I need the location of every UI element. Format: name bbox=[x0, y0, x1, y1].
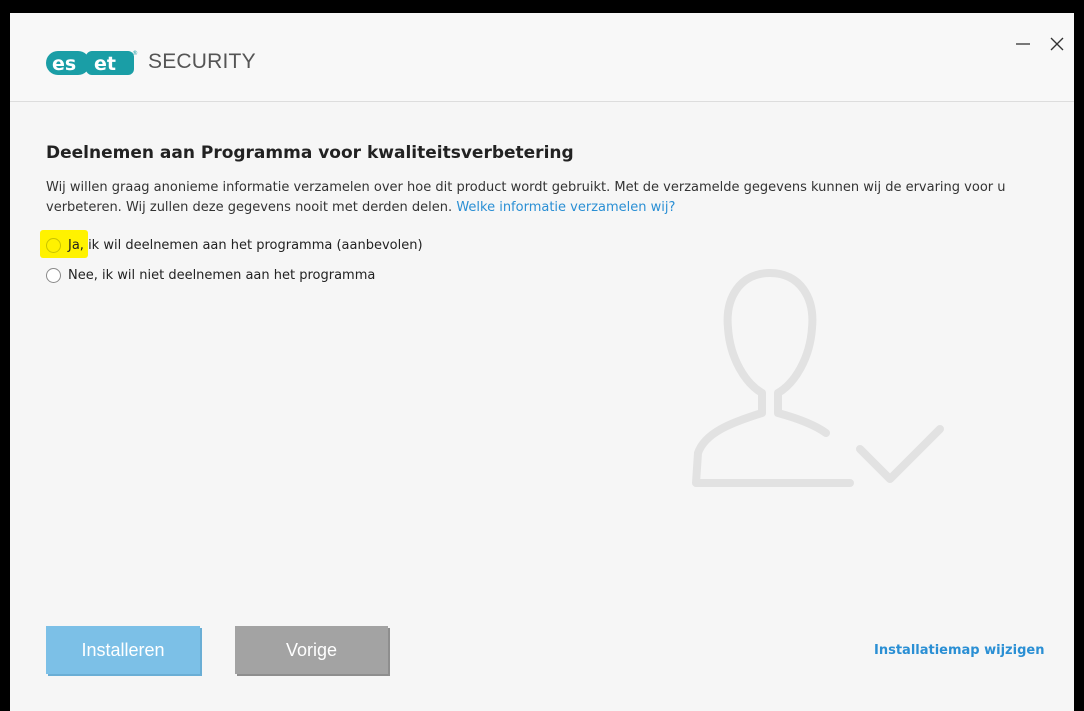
close-button[interactable] bbox=[1040, 29, 1074, 59]
svg-text:es: es bbox=[52, 53, 76, 75]
back-button[interactable]: Vorige bbox=[235, 626, 388, 674]
info-link[interactable]: Welke informatie verzamelen wij? bbox=[456, 200, 675, 215]
radio-yes[interactable] bbox=[46, 237, 61, 253]
page-title: Deelnemen aan Programma voor kwaliteitsv… bbox=[46, 143, 574, 163]
option-no-label: Nee, ik wil niet deelnemen aan het progr… bbox=[68, 267, 376, 283]
svg-text:®: ® bbox=[132, 50, 138, 57]
eset-logo: es et ® SECURITY bbox=[46, 43, 256, 81]
radio-no[interactable] bbox=[46, 267, 61, 283]
option-no[interactable]: Nee, ik wil niet deelnemen aan het progr… bbox=[46, 264, 375, 286]
option-yes-label: ik wil deelnemen aan het programma (aanb… bbox=[83, 237, 423, 253]
close-icon bbox=[1050, 37, 1064, 51]
svg-text:et: et bbox=[94, 53, 116, 75]
minimize-button[interactable] bbox=[1006, 29, 1040, 59]
user-check-illustration-icon bbox=[692, 269, 944, 487]
option-yes-highlight-text: Ja, bbox=[68, 237, 84, 253]
eset-logo-mark: es et ® bbox=[46, 50, 138, 75]
option-yes[interactable]: Ja, ik wil deelnemen aan het programma (… bbox=[46, 234, 423, 256]
install-button[interactable]: Installeren bbox=[46, 626, 200, 674]
change-install-dir-link[interactable]: Installatiemap wijzigen bbox=[874, 643, 1044, 658]
header: es et ® SECURITY bbox=[10, 13, 1074, 102]
description: Wij willen graag anonieme informatie ver… bbox=[46, 178, 1046, 218]
product-name: SECURITY bbox=[148, 50, 256, 73]
minimize-icon bbox=[1016, 43, 1030, 45]
installer-window: es et ® SECURITY Deelnemen aan Programma… bbox=[10, 13, 1074, 711]
